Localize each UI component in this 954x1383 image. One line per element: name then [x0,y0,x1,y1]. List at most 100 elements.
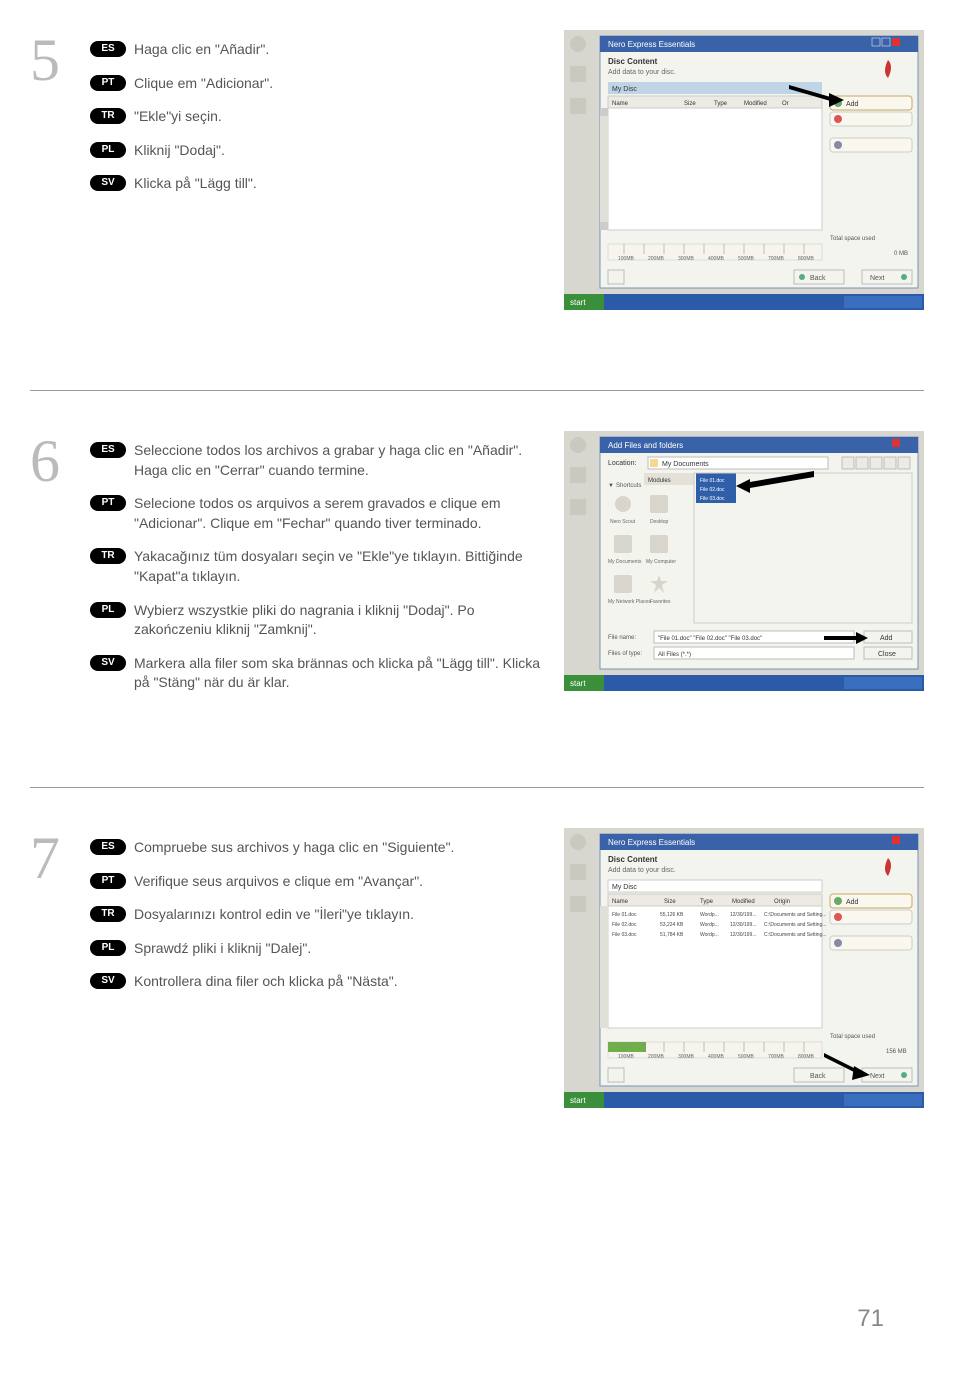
text-pt: Clique em "Adicionar". [134,74,273,94]
svg-text:55,126 KB: 55,126 KB [660,912,684,918]
svg-text:File name:: File name: [608,635,636,641]
text-sv: Markera alla filer som ska brännas och k… [134,654,544,693]
lang-line-tr: TR Yakacağınız tüm dosyaları seçin ve "E… [90,547,544,586]
screenshot-6-svg: start Add Files and folders Location: My… [564,431,924,691]
svg-text:Back: Back [810,1073,826,1080]
svg-text:400MB: 400MB [708,1054,725,1060]
page-number: 71 [857,1305,884,1333]
svg-text:My Network Places: My Network Places [608,599,651,605]
svg-text:12/30/199...: 12/30/199... [730,932,756,938]
lang-line-sv: SV Markera alla filer som ska brännas oc… [90,654,544,693]
lang-line-pt: PT Clique em "Adicionar". [90,74,544,94]
badge-pl: PL [90,142,126,158]
svg-text:Add: Add [846,101,859,108]
lang-line-tr: TR "Ekle"yi seçin. [90,107,544,127]
svg-text:File 03.doc: File 03.doc [700,496,725,502]
svg-text:C:\Documents and Setting...: C:\Documents and Setting... [764,922,827,928]
screenshot-5-svg: start Nero Express Essentials Disc Conte… [564,30,924,310]
svg-text:800MB: 800MB [798,1054,815,1060]
svg-text:"File 01.doc" "File 02.doc" "F: "File 01.doc" "File 02.doc" "File 03.doc… [658,636,762,642]
svg-text:Type: Type [714,101,728,107]
svg-text:Or: Or [782,101,789,107]
svg-text:700MB: 700MB [768,256,785,262]
svg-text:start: start [570,1096,586,1105]
text-tr: Dosyalarınızı kontrol edin ve "İleri"ye … [134,905,414,925]
screenshot-7: start Nero Express Essentials Disc Conte… [564,828,924,1108]
svg-text:Size: Size [684,101,696,107]
svg-text:Nero Scout: Nero Scout [610,519,636,525]
text-tr: "Ekle"yi seçin. [134,107,222,127]
step-5-lines: ES Haga clic en "Añadir". PT Clique em "… [90,30,544,208]
step-7-lines: ES Compruebe sus archivos y haga clic en… [90,828,544,1006]
svg-text:Total space used: Total space used [830,236,875,242]
svg-text:Add: Add [880,635,893,642]
screenshot-5: start Nero Express Essentials Disc Conte… [564,30,924,310]
svg-text:Files of type:: Files of type: [608,651,642,657]
svg-text:0 MB: 0 MB [894,251,908,257]
text-pt: Selecione todos os arquivos a serem grav… [134,494,544,533]
svg-text:My Disc: My Disc [612,884,637,891]
svg-text:100MB: 100MB [618,1054,635,1060]
step-6-lines: ES Seleccione todos los archivos a graba… [90,431,544,707]
text-pt: Verifique seus arquivos e clique em "Ava… [134,872,423,892]
svg-text:300MB: 300MB [678,256,695,262]
svg-text:start: start [570,298,586,307]
step-number: 5 [30,30,70,90]
step-number: 7 [30,828,70,888]
svg-text:File 01.doc: File 01.doc [612,912,637,918]
lang-line-pt: PT Verifique seus arquivos e clique em "… [90,872,544,892]
svg-text:400MB: 400MB [708,256,725,262]
text-es: Compruebe sus archivos y haga clic en "S… [134,838,454,858]
svg-text:Disc Content: Disc Content [608,57,658,66]
svg-text:100MB: 100MB [618,256,635,262]
svg-text:start: start [570,679,586,688]
lang-line-es: ES Seleccione todos los archivos a graba… [90,441,544,480]
svg-text:Disc Content: Disc Content [608,855,658,864]
svg-text:Favorites: Favorites [650,599,671,605]
badge-sv: SV [90,655,126,671]
text-pl: Sprawdź pliki i kliknij "Dalej". [134,939,311,959]
svg-text:Add data to your disc.: Add data to your disc. [608,69,676,76]
svg-text:My Computer: My Computer [646,559,676,565]
lang-line-sv: SV Klicka på "Lägg till". [90,174,544,194]
badge-tr: TR [90,548,126,564]
svg-text:Nero Express Essentials: Nero Express Essentials [608,838,695,847]
svg-text:All Files (*.*): All Files (*.*) [658,652,691,658]
lang-line-pt: PT Selecione todos os arquivos a serem g… [90,494,544,533]
text-sv: Kontrollera dina filer och klicka på "Nä… [134,972,398,992]
svg-text:200MB: 200MB [648,1054,665,1060]
lang-line-tr: TR Dosyalarınızı kontrol edin ve "İleri"… [90,905,544,925]
svg-text:C:\Documents and Setting...: C:\Documents and Setting... [764,932,827,938]
svg-text:C:\Documents and Setting...: C:\Documents and Setting... [764,912,827,918]
step-6: 6 ES Seleccione todos los archivos a gra… [30,431,924,747]
svg-text:Origin: Origin [774,899,790,905]
svg-text:Wordp...: Wordp... [700,912,719,918]
svg-text:Wordp...: Wordp... [700,922,719,928]
svg-text:300MB: 300MB [678,1054,695,1060]
lang-line-pl: PL Kliknij "Dodaj". [90,141,544,161]
svg-text:Close: Close [878,651,896,658]
svg-text:My Disc: My Disc [612,86,637,93]
svg-text:▼: ▼ [608,483,614,489]
svg-text:12/30/199...: 12/30/199... [730,912,756,918]
step-7: 7 ES Compruebe sus archivos y haga clic … [30,828,924,1148]
screenshot-7-svg: start Nero Express Essentials Disc Conte… [564,828,924,1108]
lang-line-es: ES Compruebe sus archivos y haga clic en… [90,838,544,858]
svg-text:500MB: 500MB [738,256,755,262]
svg-text:Modified: Modified [744,101,767,107]
svg-text:Name: Name [612,899,629,905]
svg-text:Wordp...: Wordp... [700,932,719,938]
text-es: Haga clic en "Añadir". [134,40,269,60]
badge-pl: PL [90,940,126,956]
separator-1 [30,390,924,391]
lang-line-sv: SV Kontrollera dina filer och klicka på … [90,972,544,992]
svg-text:Add data to your disc.: Add data to your disc. [608,867,676,874]
svg-text:Back: Back [810,275,826,282]
badge-es: ES [90,839,126,855]
svg-text:Modified: Modified [732,899,755,905]
separator-2 [30,787,924,788]
svg-text:700MB: 700MB [768,1054,785,1060]
svg-text:My Documents: My Documents [662,461,709,468]
svg-text:Next: Next [870,275,884,282]
step-number: 6 [30,431,70,491]
